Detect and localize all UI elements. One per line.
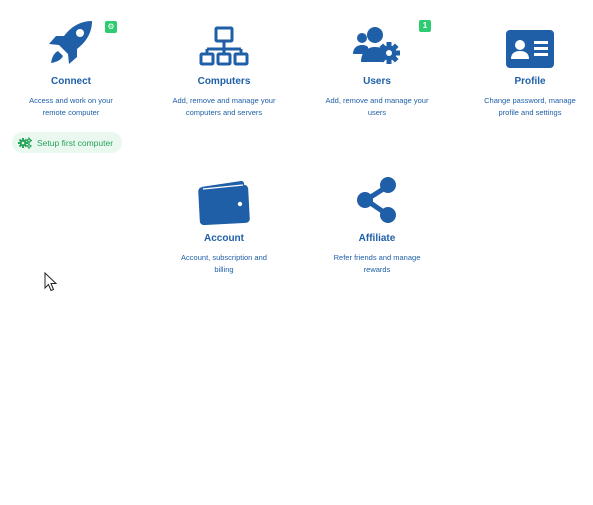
network-icon	[199, 26, 249, 66]
tile-users[interactable]: 1 Users Add, remove and manage your user…	[302, 18, 452, 119]
tile-account-desc-line1: Account, subscription and	[181, 253, 267, 262]
tile-account-title: Account	[204, 233, 244, 244]
tile-affiliate[interactable]: Affiliate Refer friends and manage rewar…	[302, 175, 452, 276]
tile-affiliate-title: Affiliate	[358, 233, 396, 244]
tile-profile[interactable]: Profile Change password, manage profile …	[455, 18, 593, 119]
tile-computers-icon-area	[149, 18, 299, 68]
tile-profile-title: Profile	[514, 76, 546, 87]
tile-computers-desc: Add, remove and manage your computers an…	[149, 95, 299, 119]
tile-affiliate-icon-area	[302, 175, 452, 225]
tile-computers-title: Computers	[197, 76, 251, 87]
tile-computers-desc-line2: computers and servers	[185, 108, 263, 117]
connect-badge: ⚙	[105, 21, 117, 33]
tile-profile-desc-line2: profile and settings	[498, 108, 562, 117]
tile-users-desc: Add, remove and manage your users	[302, 95, 452, 119]
tile-affiliate-desc-line2: rewards	[363, 265, 391, 274]
gears-icon	[18, 137, 32, 149]
tile-affiliate-desc: Refer friends and manage rewards	[302, 252, 452, 276]
wallet-icon	[198, 181, 250, 225]
dashboard: ⚙ Connect Access and work on your remote…	[0, 0, 593, 505]
tile-connect-desc: Access and work on your remote computer	[0, 95, 146, 119]
tile-profile-icon-area	[455, 18, 593, 68]
mouse-cursor-icon	[44, 272, 58, 292]
rocket-icon	[49, 21, 92, 64]
tile-users-icon-area: 1	[302, 18, 452, 68]
tile-computers-desc-line1: Add, remove and manage your	[172, 96, 276, 105]
tile-connect[interactable]: ⚙ Connect Access and work on your remote…	[0, 18, 146, 119]
share-icon	[357, 177, 396, 223]
tile-connect-title: Connect	[51, 76, 91, 87]
id-card-icon	[506, 30, 554, 68]
tile-users-title: Users	[363, 76, 391, 87]
users-gear-icon	[353, 27, 400, 64]
tile-account[interactable]: Account Account, subscription and billin…	[149, 175, 299, 276]
tile-connect-desc-line1: Access and work on your	[29, 96, 113, 105]
tile-account-desc-line2: billing	[214, 265, 234, 274]
tile-connect-desc-line2: remote computer	[42, 108, 100, 117]
tile-connect-icon-area: ⚙	[0, 18, 146, 68]
tile-profile-desc-line1: Change password, manage	[484, 96, 576, 105]
tile-computers[interactable]: Computers Add, remove and manage your co…	[149, 18, 299, 119]
tile-affiliate-desc-line1: Refer friends and manage	[333, 253, 421, 262]
setup-first-computer-button[interactable]: Setup first computer	[12, 132, 123, 153]
tile-users-desc-line2: users	[367, 108, 387, 117]
tile-profile-desc: Change password, manage profile and sett…	[455, 95, 593, 119]
setup-first-computer-label: Setup first computer	[37, 137, 114, 148]
users-badge: 1	[419, 20, 431, 32]
tile-account-desc: Account, subscription and billing	[149, 252, 299, 276]
tile-users-desc-line1: Add, remove and manage your	[325, 96, 429, 105]
tile-account-icon-area	[149, 175, 299, 225]
